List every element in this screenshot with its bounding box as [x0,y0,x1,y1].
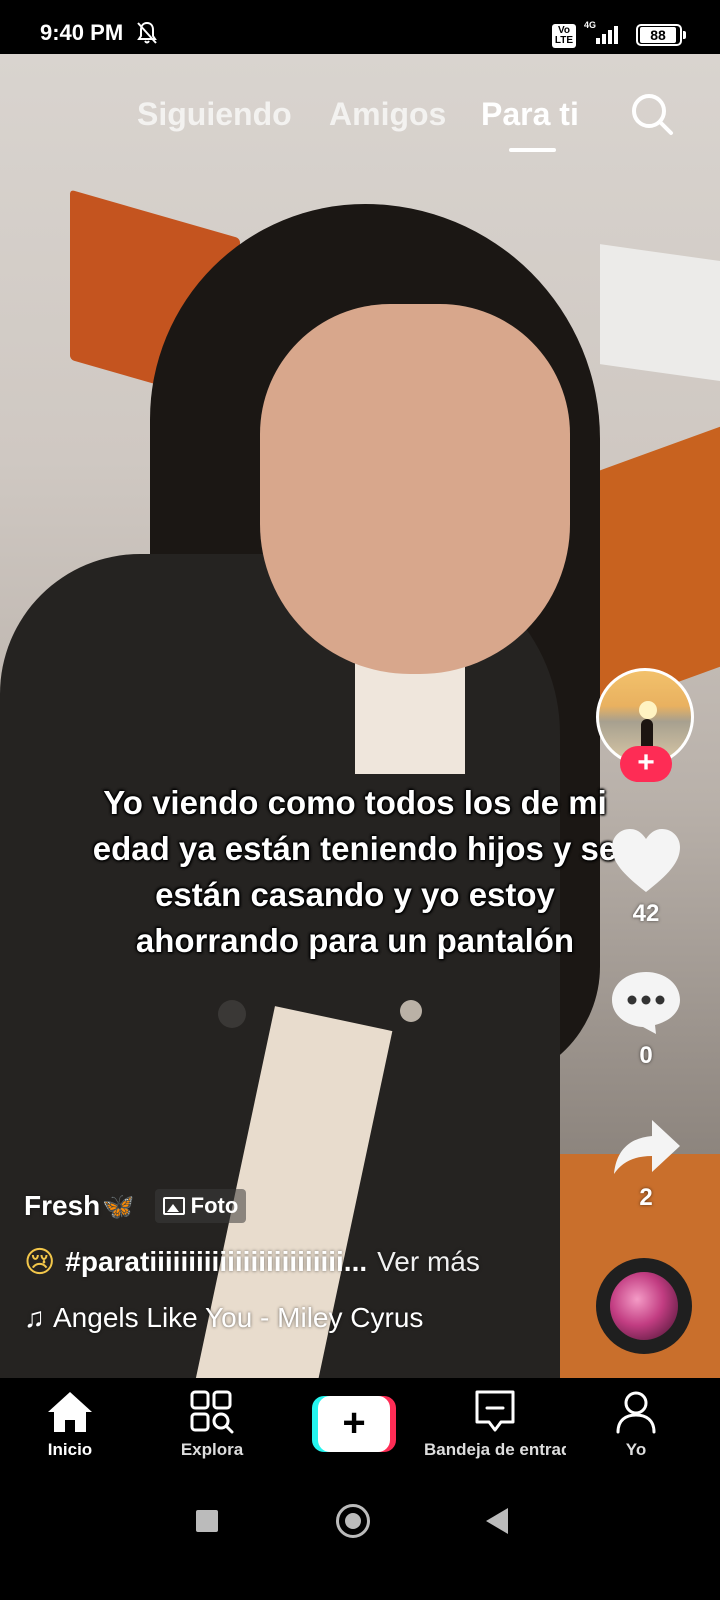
tab-amigos[interactable]: Amigos [329,96,446,133]
nav-explora[interactable]: Explora [142,1390,282,1460]
nav-label: Bandeja de entrada [424,1440,566,1459]
share-button[interactable]: 2 [604,1116,688,1212]
volte-icon: Vo LTE [552,24,576,48]
butterfly-emoji: 🦋 [102,1190,135,1221]
photo-caption: Yo viendo como todos los de mi edad ya e… [92,784,618,959]
create-button[interactable]: + [312,1396,396,1452]
photo-face [260,304,570,674]
system-nav [0,1482,720,1600]
battery-level: 88 [640,27,676,43]
explore-icon [190,1390,234,1434]
tab-siguiendo[interactable]: Siguiendo [137,96,292,133]
tab-para-ti[interactable]: Para ti [481,96,579,133]
mute-icon [137,21,157,44]
music-note-icon: ♫ [24,1302,45,1333]
nav-yo[interactable]: Yo [566,1390,706,1460]
post-description[interactable]: #paratiiiiiiiiiiiiiiiiiiiiiiiii... [65,1246,367,1278]
battery-icon: 88 [636,24,686,46]
see-more-link[interactable]: Ver más [377,1246,480,1278]
nav-label: Explora [180,1440,244,1459]
bottom-nav: Inicio Explora + Bandeja de entrada Yo [0,1378,720,1482]
author-row: Fresh 🦋 Foto [24,1186,247,1226]
share-icon [614,1120,680,1174]
comment-icon [612,972,680,1034]
search-icon[interactable] [628,90,676,138]
active-tab-indicator [509,148,556,152]
photo-button [400,1000,422,1022]
author-username[interactable]: Fresh [24,1190,100,1222]
signal-icon: 4G [584,20,618,44]
photo-button [218,1000,246,1028]
inbox-icon [475,1390,515,1432]
nav-label: Yo [625,1440,647,1459]
create-icon: + [318,1396,390,1452]
follow-button[interactable]: + [620,746,672,782]
comment-button[interactable]: 0 [604,970,688,1070]
profile-icon [616,1391,656,1434]
nav-label: Inicio [47,1440,93,1459]
nav-bandeja[interactable]: Bandeja de entrada [424,1390,566,1460]
crying-emoji: 😢 [24,1245,56,1279]
music-row[interactable]: ♫ Angels Like You - Miley Cyrus [24,1298,423,1338]
home-icon [48,1392,92,1432]
share-count: 2 [639,1184,653,1211]
back-icon[interactable] [486,1508,508,1534]
music-title: Angels Like You - Miley Cyrus [53,1302,424,1333]
status-time: 9:40 PM [40,20,124,45]
nav-inicio[interactable]: Inicio [0,1390,140,1460]
photo-icon [162,1197,185,1215]
photo-type-label: Foto [190,1193,239,1218]
home-circle-icon[interactable] [336,1504,370,1538]
network-label: 4G [584,20,596,30]
music-disc[interactable] [596,1258,692,1354]
like-button[interactable]: 42 [604,828,688,928]
photo-type-badge: Foto [154,1189,247,1223]
heart-icon [612,829,680,892]
like-count: 42 [632,900,660,927]
avatar-sun [639,701,657,719]
background-ac-unit [600,244,720,384]
recents-icon[interactable] [196,1510,218,1532]
status-bar: 9:40 PM Vo LTE 4G 88 [0,0,720,54]
album-art [610,1272,678,1340]
feed-tabs: Siguiendo Amigos Para ti [0,90,720,160]
comment-count: 0 [639,1042,653,1069]
description-row: 😢 #paratiiiiiiiiiiiiiiiiiiiiiiiii... Ver… [24,1242,480,1282]
